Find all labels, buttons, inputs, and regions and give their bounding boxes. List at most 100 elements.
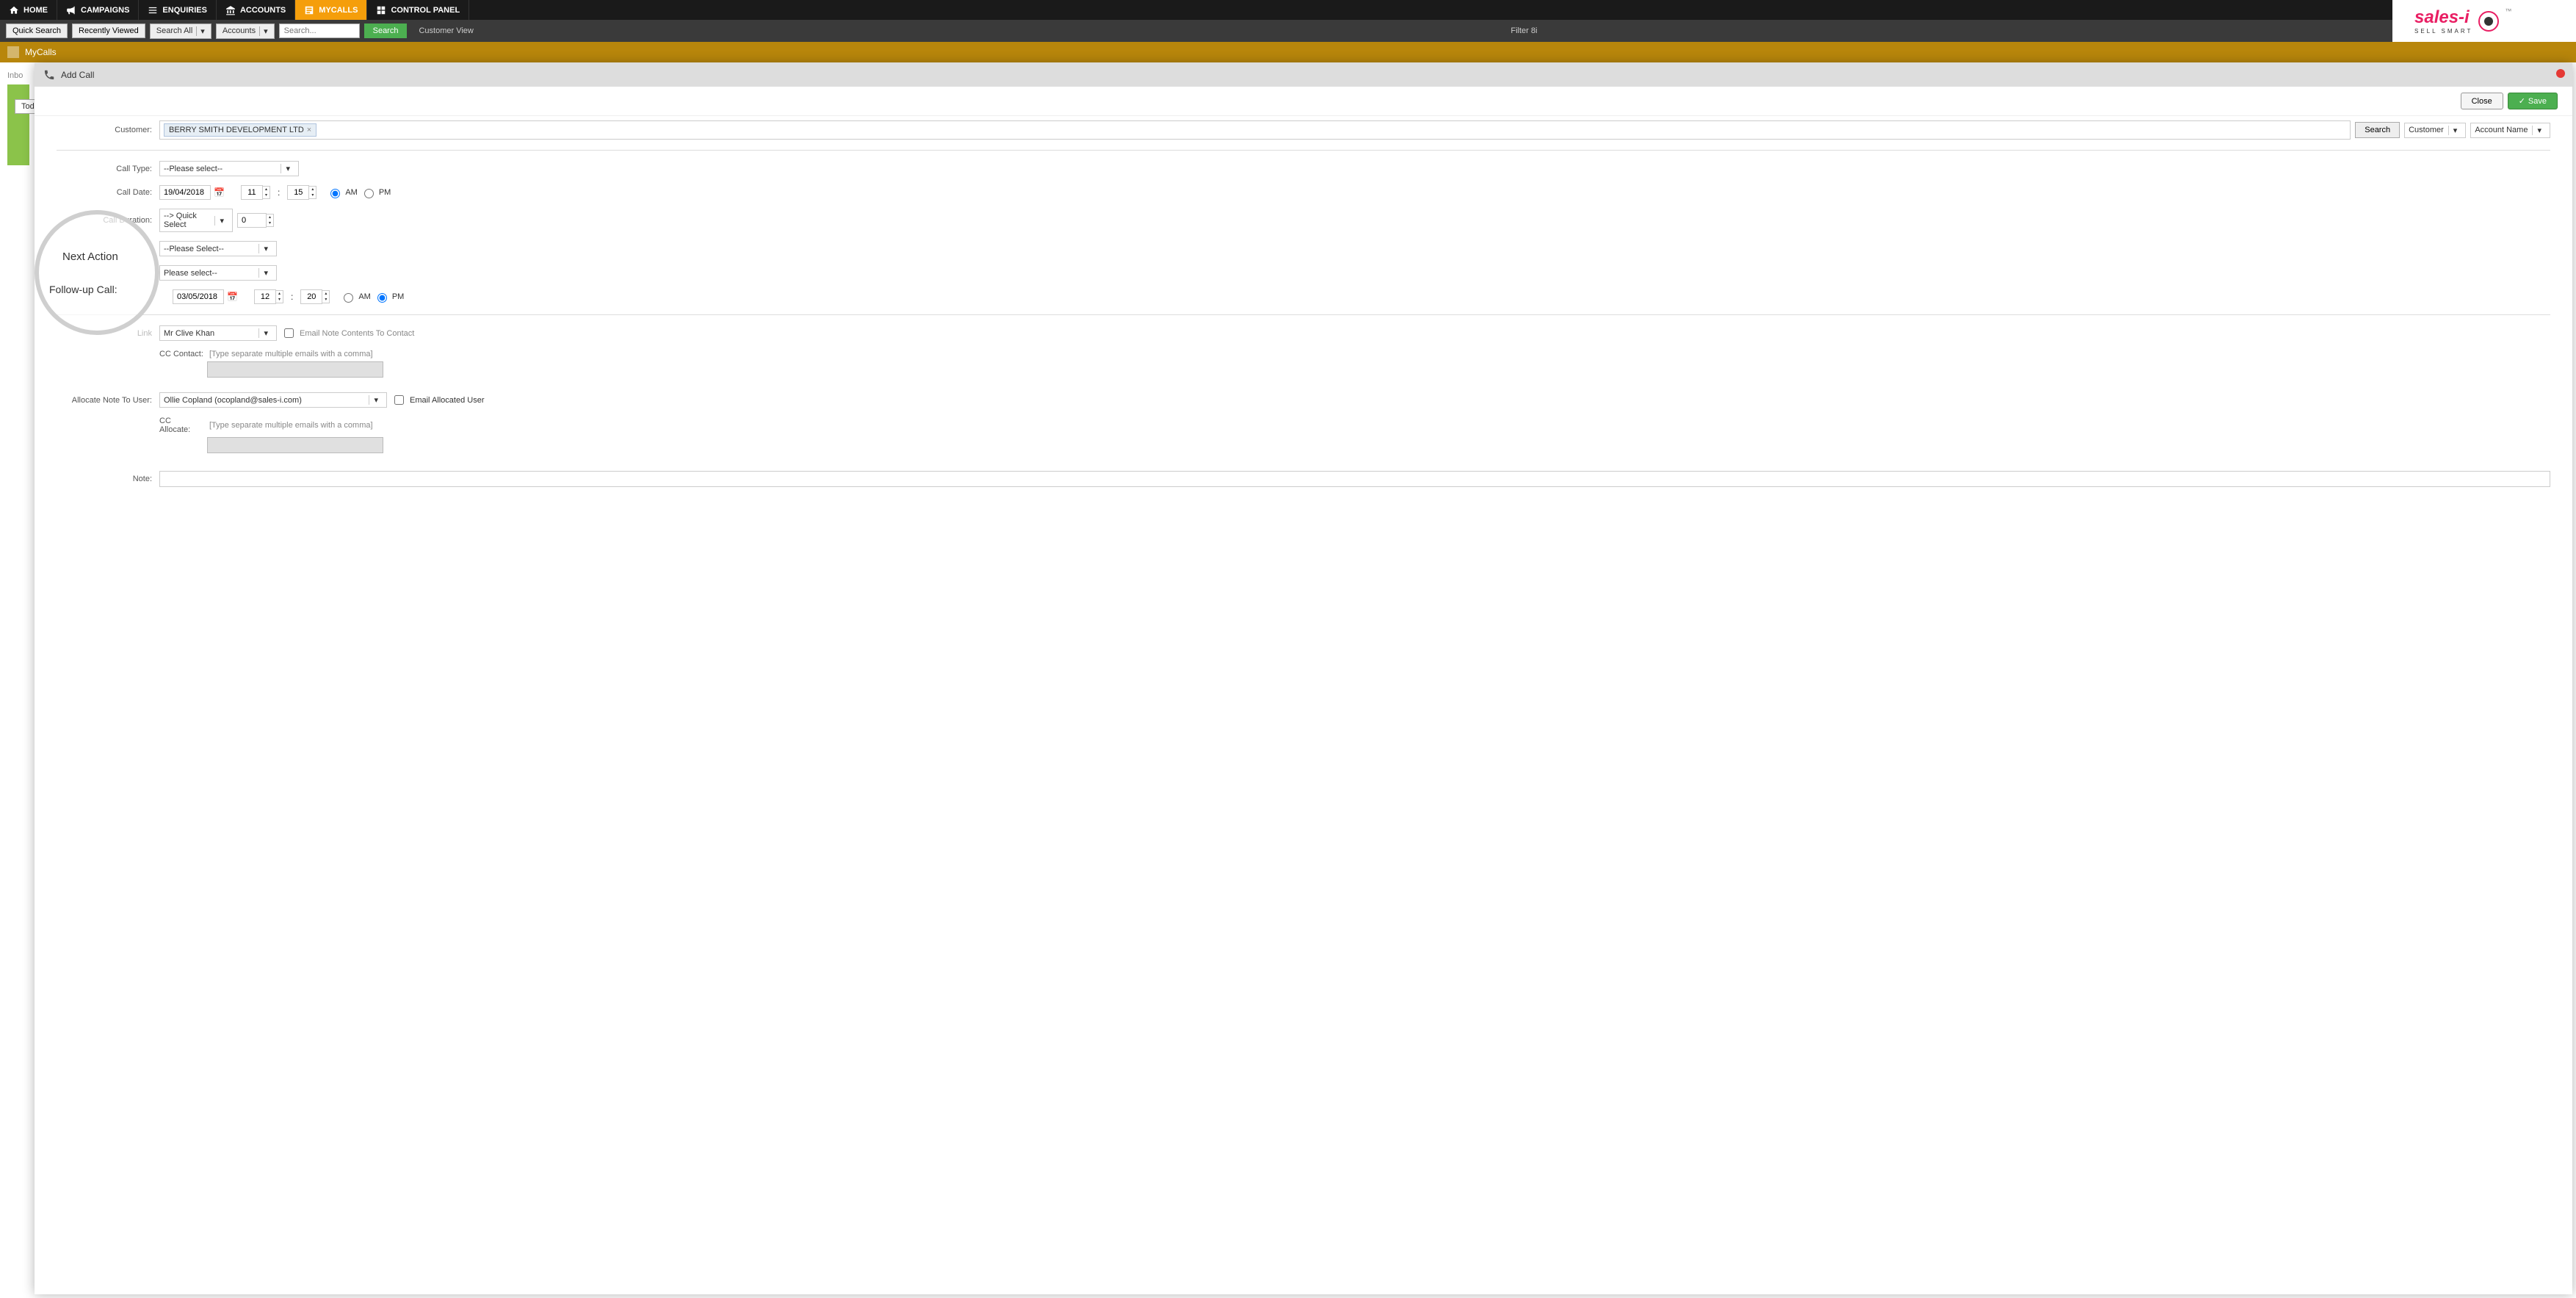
chevron-down-icon: ▾ — [369, 395, 383, 405]
link-contact-row: Link Mr Clive Khan ▾ Email Note Contents… — [57, 321, 2550, 345]
search-input[interactable] — [279, 24, 360, 38]
allocate-value: Ollie Copland (ocopland@sales-i.com) — [164, 396, 369, 405]
email-allocated-checkbox[interactable] — [394, 395, 404, 405]
pm-label: PM — [379, 188, 391, 197]
followup-min-spinner[interactable]: ▴▾ — [322, 290, 330, 303]
followup-min-input[interactable] — [300, 289, 322, 304]
contact-value: Mr Clive Khan — [164, 329, 258, 338]
email-note-checkbox[interactable] — [284, 328, 294, 338]
cc-allocate-placeholder: [Type separate multiple emails with a co… — [209, 421, 373, 430]
duration-input[interactable] — [237, 213, 267, 228]
phone-icon — [43, 69, 55, 81]
nav-enquiries[interactable]: ENQUIRIES — [139, 0, 217, 20]
allocate-row: Allocate Note To User: Ollie Copland (oc… — [57, 388, 2550, 412]
cc-allocate-input[interactable] — [207, 437, 383, 453]
cc-contact-input[interactable] — [207, 361, 383, 378]
nav-control-panel[interactable]: CONTROL PANEL — [367, 0, 469, 20]
note-input[interactable] — [159, 471, 2550, 487]
logo-area: sales-i SELL SMART ™ — [2392, 0, 2576, 42]
duration-spinner[interactable]: ▴▾ — [267, 214, 274, 227]
next-action-value: Please select-- — [164, 269, 258, 278]
filter-indicator: Filter 8i — [478, 26, 2570, 35]
cc-contact-placeholder: [Type separate multiple emails with a co… — [209, 350, 373, 358]
followup-row: 📅 ▴▾ : ▴▾ AM PM — [57, 285, 2550, 315]
chevron-down-icon: ▾ — [322, 297, 329, 303]
min-spinner[interactable]: ▴▾ — [309, 186, 316, 199]
customer-chip: BERRY SMITH DEVELOPMENT LTD × — [164, 123, 316, 137]
megaphone-icon — [66, 5, 76, 15]
search-all-label: Search All — [156, 26, 193, 36]
chevron-up-icon: ▴ — [309, 187, 316, 192]
nav-mycalls[interactable]: MYCALLS — [295, 0, 367, 20]
followup-am-radio[interactable] — [344, 293, 353, 303]
chevron-down-icon: ▾ — [196, 26, 205, 36]
nav-campaigns[interactable]: CAMPAIGNS — [57, 0, 139, 20]
call-date-row: Call Date: 📅 ▴▾ : ▴▾ AM — [57, 181, 2550, 204]
chevron-down-icon: ▾ — [309, 192, 316, 198]
call-duration-row: Call Duration: --> Quick Select ▾ ▴▾ — [57, 204, 2550, 237]
am-label: AM — [358, 292, 371, 301]
call-type-label: Call Type: — [57, 165, 159, 173]
customer-type-dropdown[interactable]: Customer ▾ — [2404, 123, 2466, 138]
save-button[interactable]: Save — [2508, 93, 2558, 109]
account-name-dropdown[interactable]: Account Name ▾ — [2470, 123, 2550, 138]
call-am-radio[interactable] — [330, 189, 340, 198]
call-type-value: --Please select-- — [164, 165, 281, 173]
time-colon: : — [291, 292, 293, 302]
nav-accounts[interactable]: ACCOUNTS — [217, 0, 295, 20]
followup-hour-spinner[interactable]: ▴▾ — [276, 290, 283, 303]
quick-search-button[interactable]: Quick Search — [6, 24, 68, 38]
call-type-dropdown[interactable]: --Please select-- ▾ — [159, 161, 299, 176]
grid-icon — [376, 5, 386, 15]
calendar-icon[interactable]: 📅 — [211, 187, 228, 198]
email-allocated-label: Email Allocated User — [410, 396, 485, 405]
cc-allocate-label: CC Allocate: — [159, 417, 203, 434]
duration-select-value: --> Quick Select — [164, 212, 214, 229]
allocate-dropdown[interactable]: Ollie Copland (ocopland@sales-i.com) ▾ — [159, 392, 387, 408]
accounts-dropdown[interactable]: Accounts ▾ — [216, 24, 275, 39]
logo-subtext: SELL SMART — [2414, 28, 2472, 35]
followup-hour-input[interactable] — [254, 289, 276, 304]
cc-allocate-row: CC Allocate: [Type separate multiple ema… — [57, 412, 2550, 458]
customer-view-link[interactable]: Customer View — [419, 26, 473, 35]
breadcrumb-title: MyCalls — [25, 47, 57, 57]
search-all-dropdown[interactable]: Search All ▾ — [150, 24, 211, 39]
call-hour-input[interactable] — [241, 185, 263, 200]
contact-dropdown[interactable]: Mr Clive Khan ▾ — [159, 325, 277, 341]
logo: sales-i SELL SMART ™ — [2414, 7, 2511, 35]
call-type-row: Call Type: --Please select-- ▾ — [57, 156, 2550, 181]
customer-search-button[interactable]: Search — [2355, 122, 2400, 138]
calendar-icon[interactable]: 📅 — [224, 292, 241, 302]
home-icon — [9, 5, 19, 15]
duration-dropdown[interactable]: --> Quick Select ▾ — [159, 209, 233, 232]
pm-label: PM — [392, 292, 405, 301]
chevron-down-icon: ▾ — [276, 297, 283, 303]
customer-chipbox[interactable]: BERRY SMITH DEVELOPMENT LTD × — [159, 120, 2351, 140]
followup-date-input[interactable] — [173, 289, 224, 304]
call-outcome-row: --Please Select-- ▾ — [57, 237, 2550, 261]
followup-pm-radio[interactable] — [377, 293, 387, 303]
modal-actions: Close Save — [35, 87, 2572, 116]
time-colon: : — [278, 187, 280, 198]
am-label: AM — [345, 188, 358, 197]
chevron-down-icon: ▾ — [2532, 126, 2546, 135]
logo-circle-icon — [2478, 11, 2499, 32]
recording-dot-icon — [2556, 69, 2565, 78]
top-nav-left: HOME CAMPAIGNS ENQUIRIES ACCOUNTS MYCALL… — [0, 0, 2409, 20]
close-button[interactable]: Close — [2461, 93, 2503, 109]
hour-spinner[interactable]: ▴▾ — [263, 186, 270, 199]
chart-icon — [7, 46, 19, 58]
chevron-down-icon: ▾ — [258, 328, 272, 338]
call-date-input[interactable] — [159, 185, 211, 200]
nav-mycalls-label: MYCALLS — [319, 6, 358, 15]
call-pm-radio[interactable] — [364, 189, 374, 198]
recently-viewed-button[interactable]: Recently Viewed — [72, 24, 145, 38]
customer-chip-text: BERRY SMITH DEVELOPMENT LTD — [169, 126, 304, 134]
next-action-dropdown[interactable]: Please select-- ▾ — [159, 265, 277, 281]
nav-home[interactable]: HOME — [0, 0, 57, 20]
remove-chip-icon[interactable]: × — [307, 126, 311, 134]
chevron-down-icon: ▾ — [281, 164, 294, 173]
outcome-dropdown[interactable]: --Please Select-- ▾ — [159, 241, 277, 256]
call-min-input[interactable] — [287, 185, 309, 200]
search-button[interactable]: Search — [364, 24, 408, 38]
